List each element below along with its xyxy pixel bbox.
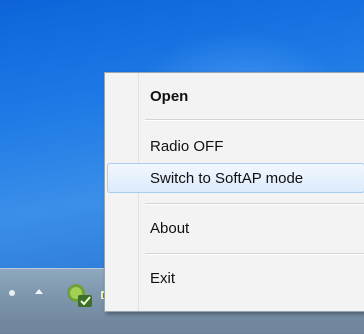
tray-context-menu: Open Radio OFF Switch to SoftAP mode Abo…: [104, 72, 364, 312]
menu-separator: [145, 253, 364, 255]
wireless-utility-icon[interactable]: [64, 279, 96, 309]
menu-item-radio-off[interactable]: Radio OFF: [107, 131, 364, 161]
menu-item-label: About: [150, 220, 190, 237]
menu-item-label: Open: [150, 88, 189, 105]
expand-arrow-icon[interactable]: [32, 285, 46, 299]
menu-separator: [145, 203, 364, 205]
menu-item-exit[interactable]: Exit: [107, 263, 364, 293]
menu-item-switch-softap[interactable]: Switch to SoftAP mode: [107, 163, 364, 193]
menu-item-about[interactable]: About: [107, 213, 364, 243]
menu-item-label: Exit: [150, 270, 176, 287]
taskbar-lower-strip: [0, 320, 364, 333]
menu-item-open[interactable]: Open: [107, 81, 364, 111]
menu-separator: [145, 119, 364, 121]
menu-item-label: Switch to SoftAP mode: [150, 170, 304, 187]
menu-item-label: Radio OFF: [150, 138, 224, 155]
tray-dot-icon: [8, 289, 16, 297]
